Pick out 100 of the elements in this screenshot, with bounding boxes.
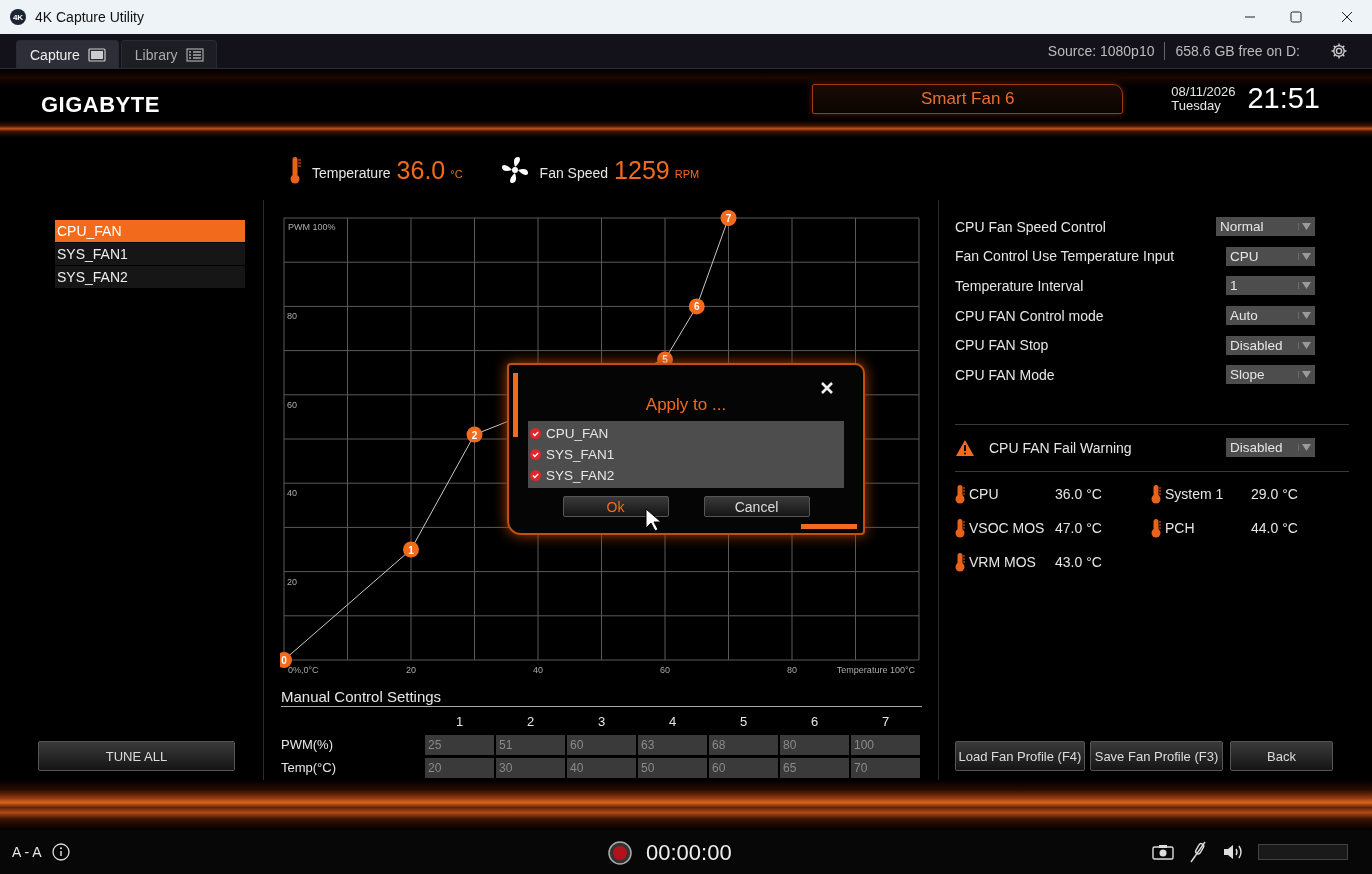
column-header: 5 xyxy=(738,713,749,731)
reading-label: Fan Speed xyxy=(539,165,609,181)
profile-button[interactable]: Save Fan Profile (F3) xyxy=(1090,741,1223,771)
caret-icon xyxy=(1298,312,1311,320)
y-axis-tick: 80 xyxy=(287,311,297,322)
dropdown[interactable]: Disabled xyxy=(1226,438,1315,458)
camera-icon[interactable] xyxy=(1152,844,1174,860)
brand-logo: GIGABYTE xyxy=(41,91,160,118)
caret-icon xyxy=(1298,341,1311,349)
setting-label: Temperature Interval xyxy=(955,278,1084,294)
accent-stripe xyxy=(801,524,857,529)
dropdown[interactable]: Auto xyxy=(1226,306,1315,326)
value-field[interactable]: 20 xyxy=(425,757,494,778)
section-title: Manual Control Settings xyxy=(281,688,922,707)
microphone-muted-icon[interactable] xyxy=(1188,841,1208,863)
thermometer-icon xyxy=(955,517,965,538)
caret-icon xyxy=(1298,223,1311,231)
profile-button[interactable]: Back xyxy=(1230,741,1333,771)
source-label: Source: 1080p10 xyxy=(1047,43,1155,59)
dropdown[interactable]: Disabled xyxy=(1226,335,1315,355)
tab[interactable]: Capture xyxy=(16,40,119,68)
value-field[interactable]: 50 xyxy=(638,757,707,778)
dialog-title: Apply to ... xyxy=(644,395,728,415)
font-size-toggle[interactable]: A - A xyxy=(12,844,42,860)
fan-list-item[interactable]: SYS_FAN1 xyxy=(55,243,245,265)
column-header: 4 xyxy=(667,713,678,731)
y-axis-label: PWM 100% xyxy=(288,222,336,232)
recording-timer: 00:00:00 xyxy=(646,840,732,866)
checkbox-icon[interactable] xyxy=(530,470,541,481)
x-axis-label: Temperature 100°C xyxy=(836,665,915,675)
value-field[interactable]: 40 xyxy=(567,757,636,778)
list-icon xyxy=(185,47,204,62)
dropdown[interactable]: 1 xyxy=(1226,276,1315,296)
x-axis-tick: 40 xyxy=(533,665,543,675)
fan-list-item[interactable]: SYS_FAN2 xyxy=(55,266,245,288)
setting-label: CPU FAN Fail Warning xyxy=(989,439,1132,456)
x-axis-tick: 80 xyxy=(787,665,797,675)
value-field[interactable]: 25 xyxy=(425,734,494,755)
sensor-value: 43.0 °C xyxy=(1055,553,1102,570)
curve-point-handle[interactable]: 1 xyxy=(403,541,419,558)
column-header: 7 xyxy=(880,713,891,731)
fan-icon xyxy=(499,155,530,185)
value-field[interactable]: 80 xyxy=(780,734,849,755)
checkbox-icon[interactable] xyxy=(530,428,541,439)
info-icon[interactable] xyxy=(51,843,70,861)
value-field[interactable]: 60 xyxy=(709,757,778,778)
settings-icon[interactable] xyxy=(1330,42,1348,60)
sensor-name: VRM MOS xyxy=(969,553,1037,570)
value-field[interactable]: 70 xyxy=(851,757,920,778)
close-icon[interactable] xyxy=(1341,11,1353,23)
profile-button[interactable]: Load Fan Profile (F4) xyxy=(955,741,1085,771)
dropdown[interactable]: CPU xyxy=(1226,246,1315,266)
thermometer-icon xyxy=(288,156,302,184)
maximize-icon[interactable] xyxy=(1290,11,1302,23)
value-field[interactable]: 68 xyxy=(709,734,778,755)
speaker-icon[interactable] xyxy=(1222,843,1244,861)
caret-icon xyxy=(1298,282,1311,290)
curve-point-handle[interactable]: 2 xyxy=(466,426,483,443)
curve-point-handle[interactable]: 0 xyxy=(280,652,292,668)
cancel-button[interactable]: Cancel xyxy=(703,496,810,517)
column-header: 3 xyxy=(596,713,607,731)
curve-point-handle[interactable]: 7 xyxy=(720,210,737,226)
reading-unit: °C xyxy=(450,168,463,180)
dropdown[interactable]: Slope xyxy=(1226,365,1315,385)
caret-icon xyxy=(1298,252,1311,260)
x-axis-tick: 20 xyxy=(406,665,416,675)
record-button-icon[interactable] xyxy=(608,841,632,865)
dropdown[interactable]: Normal xyxy=(1216,217,1315,237)
date-text: 08/11/2026 xyxy=(1171,84,1236,99)
value-field[interactable]: 65 xyxy=(780,757,849,778)
value-field[interactable]: 30 xyxy=(496,757,565,778)
value-field[interactable]: 100 xyxy=(851,734,920,755)
fan-option-label: SYS_FAN1 xyxy=(546,447,615,462)
fan-list-item[interactable]: CPU_FAN xyxy=(55,220,245,242)
clock-time: 21:51 xyxy=(1247,82,1320,115)
setting-label: CPU Fan Speed Control xyxy=(955,218,1106,235)
row-label: PWM(%) xyxy=(281,736,334,754)
fan-option-label: SYS_FAN2 xyxy=(546,468,615,483)
column-header: 6 xyxy=(809,713,820,731)
column-header: 2 xyxy=(525,713,536,731)
ok-button[interactable]: Ok xyxy=(562,496,669,517)
curve-point-handle[interactable]: 6 xyxy=(688,298,705,315)
tab[interactable]: Library xyxy=(120,40,217,68)
origin-label: 0%,0°C xyxy=(288,665,319,675)
window-title: 4K Capture Utility xyxy=(35,9,144,25)
sensor-value: 29.0 °C xyxy=(1251,485,1298,502)
y-axis-tick: 20 xyxy=(287,576,297,587)
tune-all-button[interactable]: TUNE ALL xyxy=(38,741,235,771)
sensor-value: 47.0 °C xyxy=(1055,519,1102,536)
fan-option-label: CPU_FAN xyxy=(546,426,609,441)
value-field[interactable]: 63 xyxy=(638,734,707,755)
mouse-pointer-icon xyxy=(645,508,661,532)
caret-icon xyxy=(1298,444,1311,452)
checkbox-icon[interactable] xyxy=(530,449,541,460)
reading-unit: RPM xyxy=(674,168,700,180)
thermometer-icon xyxy=(1151,483,1161,504)
thermometer-icon xyxy=(1151,517,1161,538)
value-field[interactable]: 60 xyxy=(567,734,636,755)
value-field[interactable]: 51 xyxy=(496,734,565,755)
setting-label: CPU FAN Mode xyxy=(955,366,1055,383)
